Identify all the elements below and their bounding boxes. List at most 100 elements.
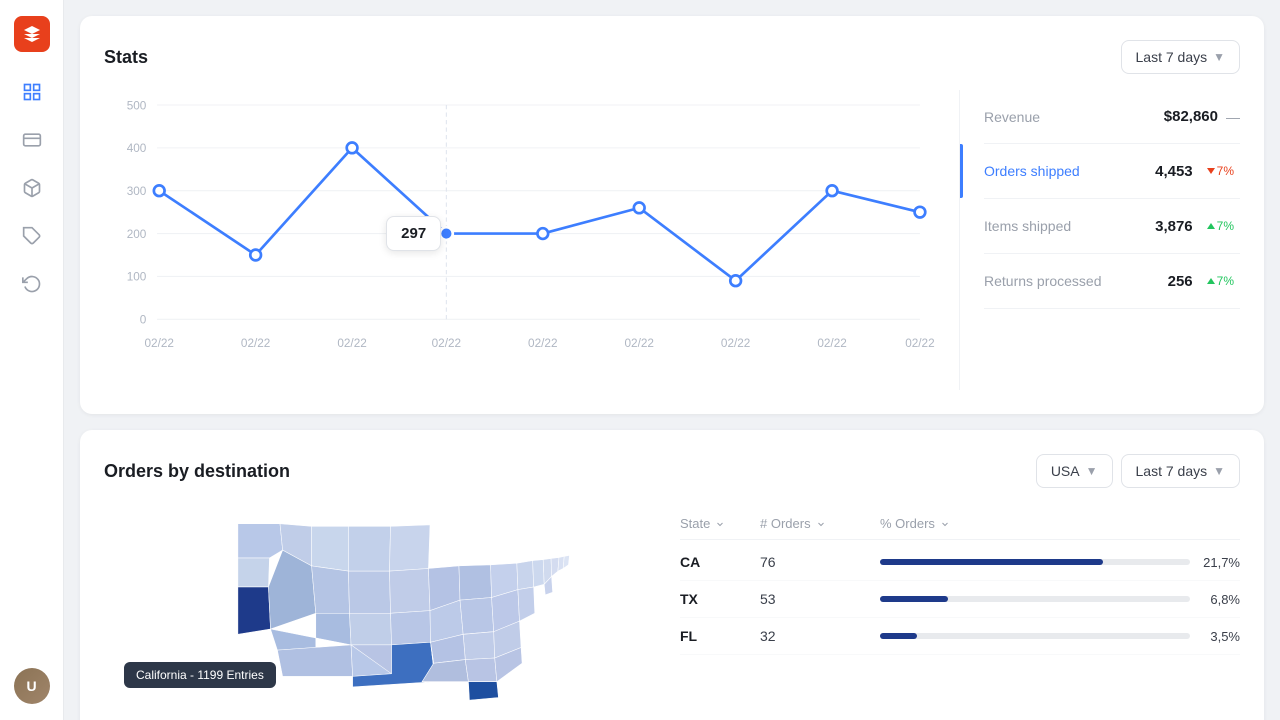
country-filter[interactable]: USA ▼ (1036, 454, 1113, 488)
chevron-down-icon-time: ▼ (1213, 464, 1225, 478)
pct-bar-wrap-tx (880, 596, 1190, 602)
svg-text:02/22: 02/22 (337, 337, 366, 350)
metric-items-shipped[interactable]: Items shipped 3,876 7% (984, 199, 1240, 254)
th-orders[interactable]: # Orders (760, 516, 880, 531)
th-state[interactable]: State (680, 516, 760, 531)
mo-state (391, 611, 431, 645)
ca-state (238, 587, 271, 634)
svg-text:100: 100 (127, 271, 147, 284)
svg-text:400: 400 (127, 142, 147, 155)
mi-state (459, 565, 492, 600)
metric-returns-value: 256 (1168, 273, 1193, 290)
pct-bar-fl (880, 633, 917, 639)
destination-title: Orders by destination (104, 461, 290, 482)
metric-returns-label: Returns processed (984, 273, 1168, 289)
svg-text:02/22: 02/22 (528, 337, 557, 350)
cell-state-ca: CA (680, 554, 760, 570)
svg-text:02/22: 02/22 (241, 337, 270, 350)
metric-orders-value: 4,453 (1155, 163, 1193, 180)
metric-revenue[interactable]: Revenue $82,860 — (984, 90, 1240, 144)
pct-bar-tx (880, 596, 948, 602)
svg-text:500: 500 (127, 99, 147, 112)
table-row: FL 32 3,5% (680, 618, 1240, 655)
or-state (238, 558, 270, 587)
main-content: Stats Last 7 days ▼ 500 400 300 200 100 … (64, 0, 1280, 720)
user-avatar[interactable]: U (14, 668, 50, 704)
cell-orders-tx: 53 (760, 591, 880, 607)
sort-icon-state (714, 518, 726, 530)
cell-pct-fl: 3,5% (880, 629, 1240, 644)
stats-body: 500 400 300 200 100 0 (104, 90, 1240, 390)
sidebar-item-dashboard[interactable] (12, 72, 52, 112)
metric-revenue-trend: — (1226, 109, 1240, 125)
line-chart: 500 400 300 200 100 0 (104, 90, 943, 390)
cell-state-tx: TX (680, 591, 760, 607)
chevron-down-icon: ▼ (1213, 50, 1225, 64)
destination-controls: USA ▼ Last 7 days ▼ (1036, 454, 1240, 488)
cell-orders-ca: 76 (760, 554, 880, 570)
svg-text:02/22: 02/22 (624, 337, 653, 350)
packages-icon (22, 178, 42, 198)
destination-header: Orders by destination USA ▼ Last 7 days … (104, 454, 1240, 488)
ne-state (349, 613, 391, 645)
sidebar-item-packages[interactable] (12, 168, 52, 208)
destination-body: California - 1199 Entries State # Orders… (104, 508, 1240, 708)
metric-items-value: 3,876 (1155, 218, 1193, 235)
orders-table: State # Orders % Orders CA 76 (680, 508, 1240, 708)
svg-text:02/22: 02/22 (721, 337, 750, 350)
billing-icon (22, 130, 42, 150)
az-state (277, 645, 352, 677)
cell-pct-tx: 6,8% (880, 592, 1240, 607)
sd-state (348, 571, 390, 613)
metric-returns[interactable]: Returns processed 256 7% (984, 254, 1240, 309)
ga-state (465, 658, 497, 682)
sidebar: U (0, 0, 64, 720)
th-pct[interactable]: % Orders (880, 516, 1240, 531)
svg-text:300: 300 (127, 185, 147, 198)
logo[interactable] (14, 16, 50, 52)
orders-destination-card: Orders by destination USA ▼ Last 7 days … (80, 430, 1264, 720)
stats-card: Stats Last 7 days ▼ 500 400 300 200 100 … (80, 16, 1264, 414)
sort-icon-pct (939, 518, 951, 530)
svg-text:02/22: 02/22 (905, 337, 934, 350)
table-row: TX 53 6,8% (680, 581, 1240, 618)
me-state (563, 555, 569, 568)
ky-state (463, 632, 495, 660)
sidebar-item-returns[interactable] (12, 264, 52, 304)
svg-text:02/22: 02/22 (432, 337, 461, 350)
tags-icon (22, 226, 42, 246)
mt-state (312, 526, 349, 571)
fl-state (468, 682, 498, 700)
sidebar-item-tags[interactable] (12, 216, 52, 256)
metrics-panel: Revenue $82,860 — Orders shipped 4,453 7… (960, 90, 1240, 390)
stats-header: Stats Last 7 days ▼ (104, 40, 1240, 74)
ma-state (551, 557, 559, 576)
ia-state (389, 569, 430, 614)
chart-area: 500 400 300 200 100 0 (104, 90, 960, 390)
sidebar-item-billing[interactable] (12, 120, 52, 160)
nh-state (558, 556, 564, 571)
logo-icon (22, 24, 42, 44)
returns-icon (22, 274, 42, 294)
metric-orders-shipped[interactable]: Orders shipped 4,453 7% (984, 144, 1240, 199)
svg-text:0: 0 (140, 314, 147, 327)
pct-bar-ca (880, 559, 1103, 565)
wa-state (238, 524, 283, 558)
metric-returns-badge: 7% (1201, 272, 1240, 290)
table-row: CA 76 21,7% (680, 544, 1240, 581)
metric-revenue-label: Revenue (984, 109, 1164, 125)
ny-state (533, 560, 545, 587)
svg-text:02/22: 02/22 (144, 337, 173, 350)
metric-items-label: Items shipped (984, 218, 1155, 234)
sort-icon-orders (815, 518, 827, 530)
cell-pct-ca: 21,7% (880, 555, 1240, 570)
destination-time-filter[interactable]: Last 7 days ▼ (1121, 454, 1241, 488)
trend-up-icon-2 (1207, 278, 1215, 284)
pct-bar-wrap-fl (880, 633, 1190, 639)
stats-time-filter[interactable]: Last 7 days ▼ (1121, 40, 1241, 74)
md-state (518, 587, 535, 621)
cell-state-fl: FL (680, 628, 760, 644)
pa-state (517, 561, 534, 590)
pct-bar-wrap-ca (880, 559, 1190, 565)
wy-state (312, 566, 350, 613)
